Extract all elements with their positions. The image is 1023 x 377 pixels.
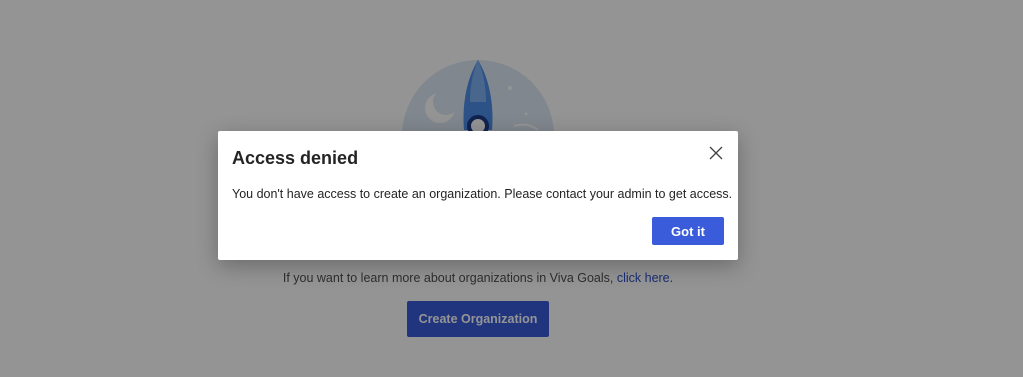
dialog-title: Access denied (232, 148, 359, 168)
dialog-message: You don't have access to create an organ… (232, 187, 733, 201)
page: If you want to learn more about organiza… (0, 0, 1023, 377)
access-denied-dialog: Access denied You don't have access to c… (218, 131, 738, 260)
close-icon (709, 146, 723, 160)
close-button[interactable] (708, 145, 724, 161)
got-it-button[interactable]: Got it (652, 217, 724, 245)
